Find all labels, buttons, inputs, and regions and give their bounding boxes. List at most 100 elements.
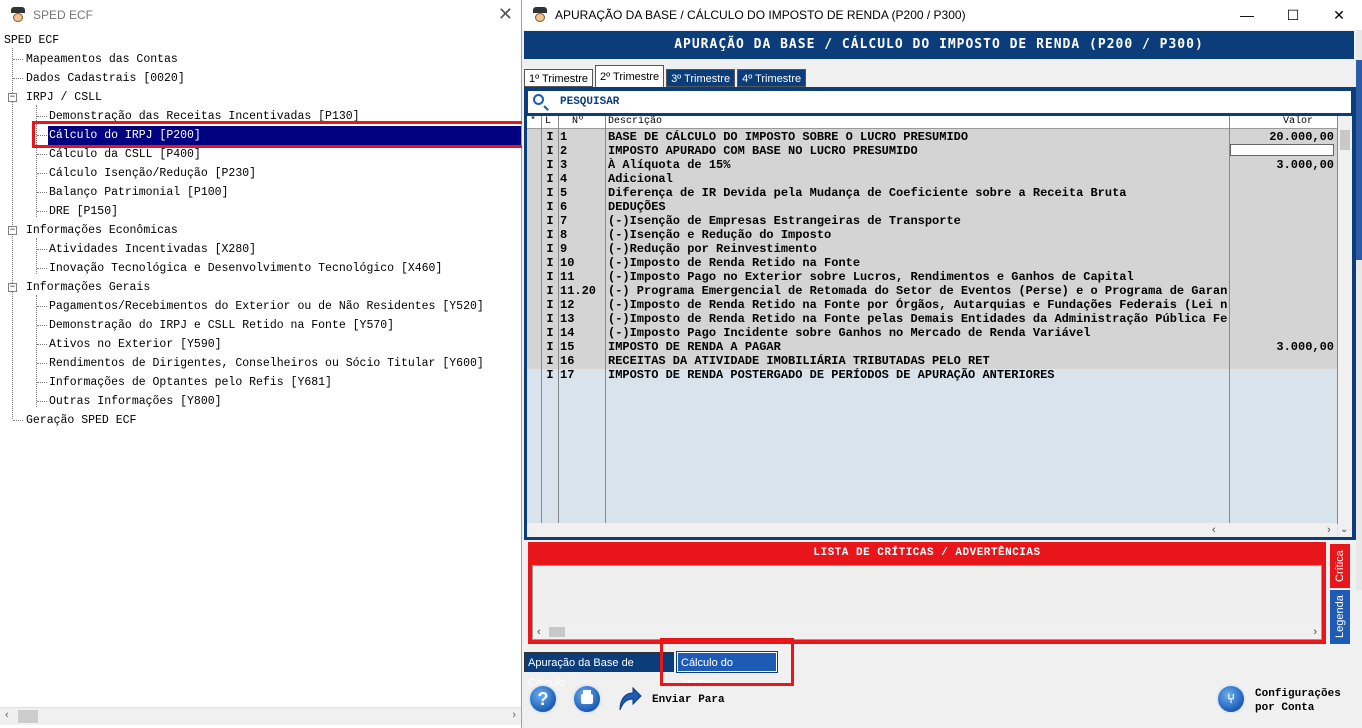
tab-2-trimestre[interactable]: 2º Trimestre	[595, 65, 665, 87]
form-banner: APURAÇÃO DA BASE / CÁLCULO DO IMPOSTO DE…	[524, 31, 1354, 59]
send-arrow-icon[interactable]	[617, 686, 643, 712]
table-row[interactable]: I 11.20 (-) Programa Emergencial de Retoma…	[527, 284, 1337, 298]
left-close-icon[interactable]: ✕	[498, 4, 513, 24]
header-valor: Valor	[1282, 116, 1313, 127]
bottom-toolbar: ? Enviar Para ⑂ Configurações por Conta	[522, 680, 1362, 726]
maximize-icon[interactable]: ☐	[1270, 2, 1316, 28]
tree-item-y590[interactable]: Ativos no Exterior [Y590]	[49, 335, 222, 354]
criticas-scroll-right-icon[interactable]: ›	[1313, 625, 1317, 639]
tree-item-p150[interactable]: DRE [P150]	[49, 202, 118, 221]
left-titlebar: SPED ECF ✕	[0, 0, 521, 30]
apuracao-window: APURAÇÃO DA BASE / CÁLCULO DO IMPOSTO DE…	[522, 0, 1362, 728]
left-window-title: SPED ECF	[33, 8, 94, 22]
tree-item-info-gerais[interactable]: Informações Gerais	[26, 278, 150, 297]
criticas-title: LISTA DE CRÍTICAS / ADVERTÊNCIAS	[813, 547, 1041, 559]
scroll-right-arrow-icon[interactable]: ›	[512, 709, 516, 721]
grid-vscroll-thumb[interactable]	[1340, 130, 1350, 150]
collapse-irpj-icon[interactable]: −	[8, 93, 17, 102]
tab-critica[interactable]: Crítica	[1330, 544, 1350, 588]
right-window-scrollbar[interactable]	[1356, 30, 1362, 590]
close-icon[interactable]: ✕	[1316, 2, 1362, 28]
grid-panel: PESQUISAR * L Nº Descrição Valor I 1 BASE …	[524, 87, 1356, 540]
header-num: Nº	[572, 116, 585, 127]
tree-item-dados-cadastrais[interactable]: Dados Cadastrais [0020]	[26, 69, 185, 88]
table-row[interactable]: I 5 Diferença de IR Devida pela Mudança de…	[527, 186, 1337, 200]
right-window-title: APURAÇÃO DA BASE / CÁLCULO DO IMPOSTO DE…	[555, 8, 966, 22]
highlight-box-calculo-imposto	[660, 638, 794, 686]
app-icon	[9, 6, 27, 24]
tree-item-y800[interactable]: Outras Informações [Y800]	[49, 392, 222, 411]
tree-item-y681[interactable]: Informações de Optantes pelo Refis [Y681…	[49, 373, 332, 392]
table-row[interactable]: I 16 RECEITAS DA ATIVIDADE IMOBILIÁRIA TRI…	[527, 354, 1337, 368]
search-bar[interactable]: PESQUISAR	[527, 90, 1352, 114]
tree-item-p100[interactable]: Balanço Patrimonial [P100]	[49, 183, 228, 202]
tree-item-y520[interactable]: Pagamentos/Recebimentos do Exterior ou d…	[49, 297, 484, 316]
search-icon[interactable]	[533, 94, 544, 105]
table-row[interactable]: I 4 Adicional	[527, 172, 1337, 186]
tab-legenda[interactable]: Legenda	[1330, 590, 1350, 644]
send-to-button[interactable]: Enviar Para	[652, 694, 725, 706]
left-horizontal-scrollbar[interactable]: ‹ ›	[0, 707, 521, 725]
tree-item-mapeamentos[interactable]: Mapeamentos das Contas	[26, 50, 178, 69]
grid-horizontal-scrollbar[interactable]: ‹ ›	[527, 523, 1337, 537]
tree-item-x280[interactable]: Atividades Incentivadas [X280]	[49, 240, 256, 259]
table-row[interactable]: I 11 (-)Imposto Pago no Exterior sobre Luc…	[527, 270, 1337, 284]
header-descricao: Descrição	[608, 116, 663, 127]
table-row[interactable]: I 10 (-)Imposto de Renda Retido na Fonte	[527, 256, 1337, 270]
criticas-scrollbar[interactable]: ‹ ›	[533, 625, 1321, 639]
table-row[interactable]: I 13 (-)Imposto de Renda Retido na Fonte p…	[527, 312, 1337, 326]
help-button[interactable]: ?	[528, 684, 558, 714]
sped-ecf-window: SPED ECF ✕ − − − SPED ECF Mapeamentos da…	[0, 0, 527, 728]
tree-item-geracao[interactable]: Geração SPED ECF	[26, 411, 136, 430]
header-flag: *	[530, 116, 537, 127]
table-row[interactable]: I 14 (-)Imposto Pago Incidente sobre Ganho…	[527, 326, 1337, 340]
minimize-icon[interactable]: —	[1224, 2, 1270, 28]
grid-scroll-down-icon[interactable]: ⌄	[1340, 524, 1348, 535]
table-row[interactable]: I 12 (-)Imposto de Renda Retido na Fonte p…	[527, 298, 1337, 312]
table-row[interactable]: I3À Alíquota de 15% 3.000,00	[527, 158, 1337, 172]
table-row[interactable]: I 6 DEDUÇÕES	[527, 200, 1337, 214]
tab-1-trimestre[interactable]: 1º Trimestre	[524, 69, 594, 87]
config-label[interactable]: Configurações por Conta	[1255, 687, 1341, 715]
help-icon: ?	[537, 689, 549, 709]
tab-3-trimestre[interactable]: 3º Trimestre	[666, 69, 736, 87]
print-button[interactable]	[572, 684, 602, 714]
grid-scroll-left-icon[interactable]: ‹	[1212, 523, 1216, 537]
tree-item-y570[interactable]: Demonstração do IRPJ e CSLL Retido na Fo…	[49, 316, 394, 335]
table-row[interactable]: I 2 IMPOSTO APURADO COM BASE NO LUCRO PRES…	[527, 144, 1337, 158]
tree-item-irpj-csll[interactable]: IRPJ / CSLL	[26, 88, 102, 107]
tree-root[interactable]: SPED ECF	[4, 31, 59, 50]
search-label[interactable]: PESQUISAR	[560, 91, 619, 113]
app-icon	[531, 6, 549, 24]
cutlery-icon: ⑂	[1227, 691, 1235, 706]
tree-item-y600[interactable]: Rendimentos de Dirigentes, Conselheiros …	[49, 354, 484, 373]
printer-icon	[581, 690, 593, 704]
right-titlebar: APURAÇÃO DA BASE / CÁLCULO DO IMPOSTO DE…	[522, 0, 1362, 30]
highlight-box-p200	[32, 121, 527, 148]
value-input-editing[interactable]	[1230, 144, 1334, 156]
scroll-left-arrow-icon[interactable]: ‹	[5, 709, 9, 721]
criticas-scroll-left-icon[interactable]: ‹	[537, 625, 541, 639]
criticas-panel: LISTA DE CRÍTICAS / ADVERTÊNCIAS ‹ ›	[528, 542, 1326, 644]
criticas-list[interactable]: ‹ ›	[532, 565, 1322, 640]
tab-apuracao-base[interactable]: Apuração da Base de Cálculo	[524, 652, 674, 689]
tree-item-p230[interactable]: Cálculo Isenção/Redução [P230]	[49, 164, 256, 183]
collapse-info-gerais-icon[interactable]: −	[8, 283, 17, 292]
grid-scroll-right-icon[interactable]: ›	[1327, 523, 1331, 537]
tree-item-x460[interactable]: Inovação Tecnológica e Desenvolvimento T…	[49, 259, 442, 278]
header-l: L	[545, 116, 552, 127]
quarter-tabs: 1º Trimestre 2º Trimestre 3º Trimestre 4…	[524, 65, 808, 87]
table-row[interactable]: I 8 (-)Isenção e Redução do Imposto	[527, 228, 1337, 242]
table-row[interactable]: I 1 BASE DE CÁLCULO DO IMPOSTO SOBRE O LUC…	[527, 130, 1337, 144]
table-row[interactable]: I 7 (-)Isenção de Empresas Estrangeiras de…	[527, 214, 1337, 228]
data-grid: * L Nº Descrição Valor I 1 BASE DE CÁLCULO…	[527, 116, 1352, 537]
table-row[interactable]: I 17 IMPOSTO DE RENDA POSTERGADO DE PERÍOD…	[527, 368, 1337, 382]
tree-item-info-economicas[interactable]: Informações Econômicas	[26, 221, 178, 240]
scroll-thumb[interactable]	[18, 710, 38, 723]
table-row[interactable]: I 15 IMPOSTO DE RENDA A PAGAR 3.000,00	[527, 340, 1337, 354]
config-button[interactable]: ⑂	[1216, 684, 1246, 714]
grid-vertical-scrollbar[interactable]: ⌄	[1338, 116, 1352, 537]
collapse-info-economicas-icon[interactable]: −	[8, 226, 17, 235]
tab-4-trimestre[interactable]: 4º Trimestre	[737, 69, 807, 87]
table-row[interactable]: I 9 (-)Redução por Reinvestimento	[527, 242, 1337, 256]
